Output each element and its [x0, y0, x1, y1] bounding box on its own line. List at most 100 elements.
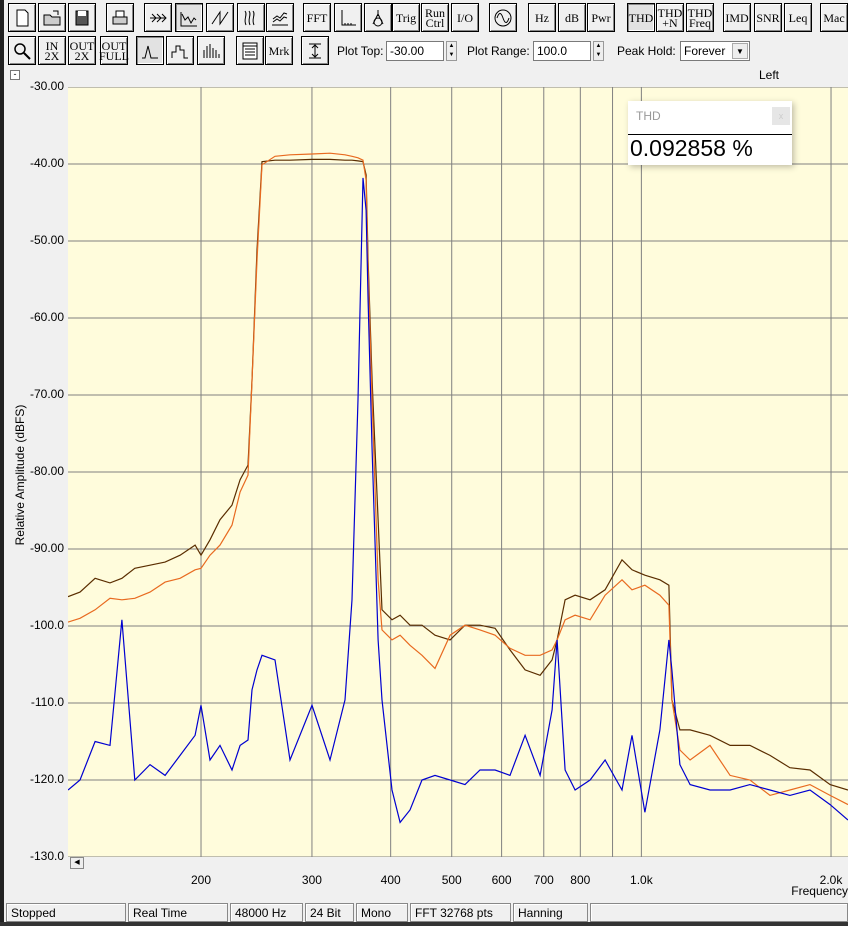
io-button[interactable]: I/O [451, 3, 479, 32]
3d-surface-button[interactable] [266, 3, 294, 32]
panel-icon [242, 42, 258, 59]
range-button[interactable] [301, 36, 329, 65]
bar-mode-button[interactable] [197, 36, 225, 65]
thd-freq-label: THD Freq [687, 5, 713, 30]
y-tick-label: -60.00 [29, 310, 64, 324]
peak-line-icon [142, 45, 158, 58]
status-field: Real Time [128, 903, 228, 922]
y-tick-label: -130.0 [29, 849, 64, 863]
snr-button[interactable]: SNR [754, 3, 782, 32]
zoom-button[interactable] [8, 36, 36, 65]
plot-range-spinner[interactable]: ▲ ▼ [593, 41, 604, 61]
x-tick-label: 1.0k [630, 873, 653, 887]
thd-readout-panel: THD x 0.092858 % [628, 101, 792, 165]
compass-icon [372, 9, 384, 26]
marker-button[interactable]: Mrk [265, 36, 293, 65]
db-button[interactable]: dB [558, 3, 586, 32]
scroll-left-button[interactable]: ◀ [70, 857, 84, 869]
magnifier-icon [14, 42, 31, 60]
status-field: Stopped [6, 903, 126, 922]
db-label: dB [564, 10, 579, 25]
open-button[interactable] [38, 3, 66, 32]
y-tick-label: -40.00 [29, 156, 64, 170]
zoom-in-2x-label: IN 2X [44, 38, 60, 63]
save-icon [75, 10, 89, 25]
peak-hold-label: Peak Hold: [617, 44, 676, 58]
status-field: Mono [356, 903, 408, 922]
time-series-button[interactable] [144, 3, 172, 32]
thd-label: THD [628, 10, 654, 25]
thd-title: THD [636, 109, 661, 123]
line-mode-button[interactable] [136, 36, 164, 65]
step-icon [171, 45, 188, 58]
spectrum-button[interactable] [175, 3, 203, 32]
zoom-in-2x-button[interactable]: IN 2X [38, 36, 66, 65]
macro-button[interactable]: Mac [820, 3, 848, 32]
spectrogram-button[interactable] [237, 3, 265, 32]
status-field-empty [590, 903, 848, 922]
y-tick-label: -110.0 [30, 695, 64, 709]
sine-wave-icon [494, 9, 512, 26]
save-button[interactable] [68, 3, 96, 32]
x-tick-label: 500 [441, 873, 462, 887]
status-field: 48000 Hz [230, 903, 303, 922]
thd-freq-button[interactable]: THD Freq [686, 3, 714, 32]
zoom-out-full-button[interactable]: OUT FULL [99, 36, 129, 65]
run-ctrl-button[interactable]: Run Ctrl [421, 3, 449, 32]
close-icon[interactable]: x [772, 107, 790, 125]
spectrum-plot[interactable] [68, 87, 848, 857]
print-button[interactable] [106, 3, 134, 32]
desktop-edge [0, 0, 4, 926]
x-tick-label: 700 [533, 873, 554, 887]
io-label: I/O [457, 10, 473, 25]
plot-range-input[interactable]: 100.0 [533, 41, 591, 61]
x-axis-label: Frequency [791, 884, 848, 898]
snr-label: SNR [756, 10, 780, 25]
axis-icon [341, 9, 356, 25]
print-icon [112, 10, 128, 24]
open-folder-icon [43, 10, 61, 25]
thd-n-button[interactable]: THD +N [656, 3, 684, 32]
x-tick-label: 300 [301, 873, 322, 887]
step-mode-button[interactable] [166, 36, 194, 65]
status-field: FFT 32768 pts [410, 903, 511, 922]
x-tick-label: 800 [570, 873, 591, 887]
panel-button[interactable] [236, 36, 264, 65]
spectrum-icon [180, 11, 197, 26]
pwr-label: Pwr [591, 10, 611, 25]
plot-top-spinner[interactable]: ▲ ▼ [446, 41, 457, 61]
fft-button[interactable]: FFT [303, 3, 331, 32]
new-document-icon [16, 9, 29, 26]
plot-top-label: Plot Top: [337, 44, 384, 58]
marker-label: Mrk [268, 43, 290, 58]
spectrogram-icon [244, 10, 255, 25]
zoom-out-2x-button[interactable]: OUT 2X [68, 36, 96, 65]
bars-icon [203, 43, 220, 58]
trig-label: Trig [395, 10, 417, 25]
compass-button[interactable] [364, 3, 392, 32]
y-axis-label: Relative Amplitude (dBFS) [13, 404, 27, 546]
plot-range-label: Plot Range: [467, 44, 530, 58]
x-tick-label: 200 [190, 873, 212, 887]
generator-button[interactable] [489, 3, 517, 32]
hz-label: Hz [535, 10, 549, 25]
thd-value: 0.092858 % [628, 134, 792, 162]
zoom-out-full-label: OUT FULL [99, 38, 129, 63]
thd-button[interactable]: THD [627, 3, 655, 32]
sawtooth-button[interactable] [206, 3, 234, 32]
new-document-button[interactable] [8, 3, 36, 32]
leq-button[interactable]: Leq [784, 3, 812, 32]
x-tick-label: 600 [491, 873, 512, 887]
taskbar-edge [0, 922, 848, 926]
pwr-button[interactable]: Pwr [587, 3, 615, 32]
plot-top-input[interactable]: -30.00 [386, 41, 444, 61]
peak-hold-select[interactable]: Forever ▼ [680, 41, 750, 61]
chevron-down-icon[interactable]: ▼ [732, 43, 748, 59]
status-field: 24 Bit [305, 903, 354, 922]
hz-button[interactable]: Hz [528, 3, 556, 32]
signal-arrows-icon [150, 13, 167, 22]
y-tick-label: -120.0 [29, 772, 64, 786]
trig-button[interactable]: Trig [392, 3, 420, 32]
axis-button[interactable] [334, 3, 362, 32]
imd-button[interactable]: IMD [723, 3, 751, 32]
